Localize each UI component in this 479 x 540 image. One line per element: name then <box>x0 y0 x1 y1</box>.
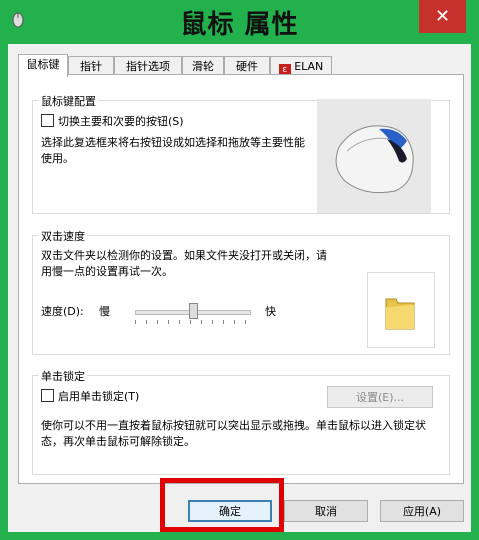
click-lock-label: 启用单击锁定(T) <box>58 390 140 403</box>
window-title: 鼠标 属性 <box>180 10 299 40</box>
tab-elan-label: ELAN <box>294 60 324 73</box>
mouse-illustration <box>317 99 431 213</box>
folder-icon <box>385 298 415 330</box>
button-config-title: 鼠标键配置 <box>39 93 98 109</box>
click-lock-checkbox[interactable]: 启用单击锁定(T) <box>41 388 139 404</box>
click-lock-title: 单击锁定 <box>39 368 87 384</box>
test-folder-area[interactable] <box>367 272 435 348</box>
tab-pointers[interactable]: 指针 <box>68 56 114 75</box>
cancel-button[interactable]: 取消 <box>284 500 368 522</box>
double-click-description: 双击文件夹以检测你的设置。如果文件夹没打开或关闭，请用慢一点的设置再试一次。 <box>41 249 327 278</box>
highlight-box <box>160 478 284 532</box>
apply-button[interactable]: 应用(A) <box>380 500 464 522</box>
fast-label: 快 <box>265 305 276 318</box>
mouse-image-icon <box>335 125 414 194</box>
double-click-title: 双击速度 <box>39 228 87 244</box>
slider-thumb[interactable] <box>189 303 198 319</box>
tab-buttons[interactable]: 鼠标键 <box>18 54 68 77</box>
speed-slider[interactable] <box>135 302 251 328</box>
swap-buttons-box[interactable] <box>41 114 54 127</box>
slow-label: 慢 <box>99 305 110 318</box>
title-bar: 鼠标 属性 ✕ <box>0 0 479 44</box>
click-lock-box[interactable] <box>41 389 54 402</box>
tab-hardware[interactable]: 硬件 <box>224 56 270 75</box>
double-click-group: 双击速度 双击文件夹以检测你的设置。如果文件夹没打开或关闭，请用慢一点的设置再试… <box>32 228 450 355</box>
button-config-group: 鼠标键配置 切换主要和次要的按钮(S) 选择此复选框来将右按钮设成如选择和拖放等… <box>32 93 450 214</box>
speed-label: 速度(D): <box>41 305 84 318</box>
click-lock-description: 使你可以不用一直按着鼠标按钮就可以突出显示或拖拽。单击鼠标以进入锁定状态，再次单… <box>41 419 426 448</box>
tab-pointer-options[interactable]: 指针选项 <box>114 56 182 75</box>
swap-buttons-label: 切换主要和次要的按钮(S) <box>58 115 184 128</box>
close-button[interactable]: ✕ <box>419 0 466 33</box>
dialog-client: 鼠标键 指针 指针选项 滑轮 硬件 ε ELAN 鼠标键配置 切换主要和次要的按… <box>8 44 471 532</box>
click-lock-group: 单击锁定 启用单击锁定(T) 设置(E)... 使你可以不用一直按着鼠标按钮就可… <box>32 368 450 475</box>
tab-elan[interactable]: ε ELAN <box>270 56 332 76</box>
tab-wheel[interactable]: 滑轮 <box>182 56 224 75</box>
swap-buttons-checkbox[interactable]: 切换主要和次要的按钮(S) <box>41 113 184 129</box>
swap-description: 选择此复选框来将右按钮设成如选择和拖放等主要性能使用。 <box>41 136 305 165</box>
click-lock-settings-button[interactable]: 设置(E)... <box>327 386 433 408</box>
slider-ticks <box>135 320 251 324</box>
tab-panel: 鼠标键配置 切换主要和次要的按钮(S) 选择此复选框来将右按钮设成如选择和拖放等… <box>18 74 464 484</box>
